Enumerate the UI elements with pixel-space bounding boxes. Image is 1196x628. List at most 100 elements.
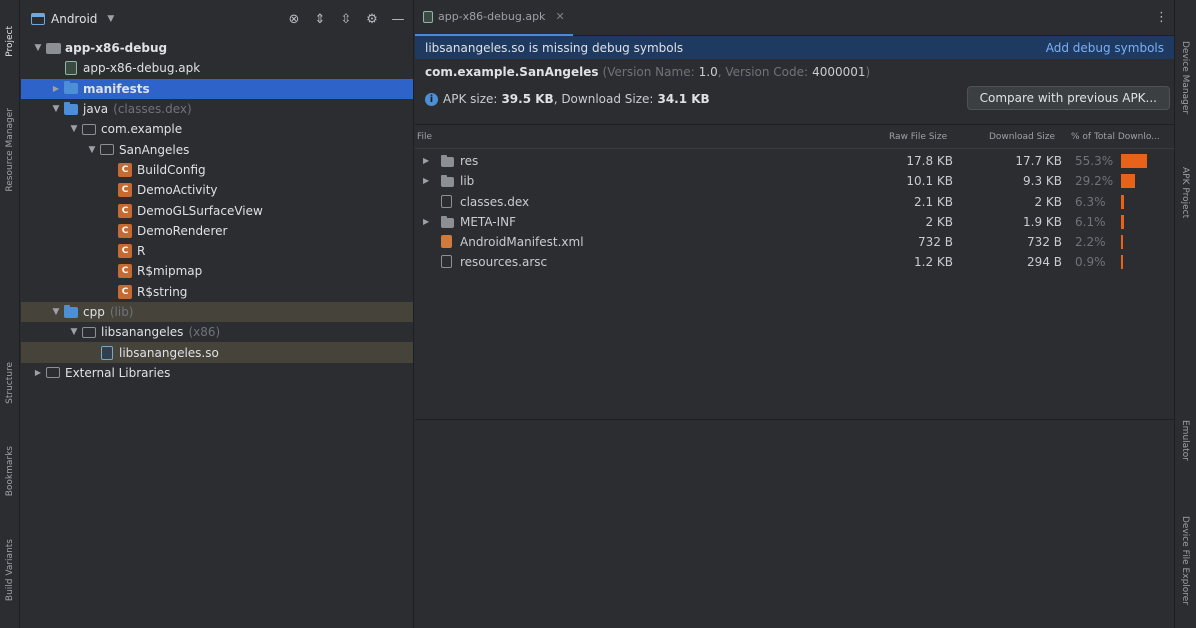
package-icon bbox=[99, 143, 115, 156]
tool-tab-emulator[interactable]: Emulator bbox=[1175, 414, 1195, 466]
expand-all-icon[interactable]: ⇕ bbox=[313, 12, 327, 27]
editor-tab-apk[interactable]: app-x86-debug.apk ✕ bbox=[415, 0, 573, 36]
project-panel: Android ▼ ⊗ ⇕ ⇳ ⚙ — ▼ app-x86-debug app-x8… bbox=[21, 0, 414, 628]
column-header-download-size[interactable]: Download Size bbox=[989, 132, 1055, 142]
apk-size-label: APK size: bbox=[443, 92, 498, 106]
add-debug-symbols-link[interactable]: Add debug symbols bbox=[1046, 41, 1164, 55]
tool-tab-structure[interactable]: Structure bbox=[0, 348, 20, 418]
chevron-down-icon[interactable]: ▼ bbox=[49, 104, 63, 114]
download-size: 1.9 KB bbox=[1023, 214, 1062, 229]
download-size-value: 34.1 KB bbox=[657, 92, 710, 106]
tree-item[interactable]: CR bbox=[21, 241, 413, 261]
column-header-file[interactable]: File bbox=[417, 132, 432, 142]
version-code: 4000001 bbox=[812, 64, 866, 79]
editor-tab-label: app-x86-debug.apk bbox=[438, 10, 546, 23]
column-header-percent[interactable]: % of Total Downlo... bbox=[1071, 132, 1171, 142]
version-name: 1.0 bbox=[698, 64, 718, 79]
table-row[interactable]: classes.dex 2.1 KB 2 KB 6.3% bbox=[415, 192, 1174, 212]
chevron-down-icon[interactable]: ▼ bbox=[107, 14, 114, 24]
class-icon: C bbox=[117, 162, 133, 177]
tree-item[interactable]: app-x86-debug.apk bbox=[21, 58, 413, 78]
class-icon: C bbox=[117, 264, 133, 279]
tree-item[interactable]: libsanangeles.so bbox=[21, 342, 413, 363]
tree-item[interactable]: ▼ libsanangeles (x86) bbox=[21, 322, 413, 342]
project-view-selector[interactable]: Android bbox=[51, 12, 97, 26]
tool-tab-bookmarks-label: Bookmarks bbox=[5, 445, 15, 497]
tree-item-detail: (lib) bbox=[109, 305, 134, 319]
tree-item[interactable]: C DemoActivity bbox=[21, 180, 413, 200]
folder-icon bbox=[441, 175, 454, 188]
resource-file-icon bbox=[441, 255, 452, 269]
project-panel-header: Android ▼ ⊗ ⇕ ⇳ ⚙ — bbox=[21, 0, 413, 38]
tree-item[interactable]: ▼ java (classes.dex) bbox=[21, 99, 413, 119]
minimize-icon[interactable]: — bbox=[391, 12, 405, 27]
chevron-right-icon[interactable]: ▶ bbox=[31, 368, 45, 377]
close-icon[interactable]: ⊗ bbox=[287, 12, 301, 27]
tool-tab-resource-manager[interactable]: Resource Manager bbox=[0, 90, 20, 210]
table-header: File Raw File Size Download Size % of To… bbox=[415, 125, 1174, 149]
percent-of-total: 2.2% bbox=[1075, 235, 1106, 250]
raw-size: 1.2 KB bbox=[914, 255, 953, 270]
download-size: 732 B bbox=[1027, 235, 1062, 250]
tool-tab-project[interactable]: Project bbox=[0, 12, 20, 70]
gear-icon[interactable]: ⚙ bbox=[365, 12, 379, 27]
banner-message: libsanangeles.so is missing debug symbol… bbox=[425, 40, 684, 55]
tool-tab-device-manager[interactable]: Device Manager bbox=[1175, 36, 1195, 120]
more-options-icon[interactable]: ⋮ bbox=[1155, 10, 1168, 25]
table-row[interactable]: ▶ res 17.8 KB 17.7 KB 55.3% bbox=[415, 151, 1174, 171]
chevron-right-icon[interactable]: ▶ bbox=[423, 217, 429, 226]
chevron-down-icon[interactable]: ▼ bbox=[49, 307, 63, 317]
package-info-line: com.example.SanAngeles (Version Name: 1.… bbox=[415, 59, 1174, 84]
details-pane bbox=[415, 421, 1174, 628]
class-icon: C bbox=[117, 223, 133, 238]
version-name-label: (Version Name: bbox=[602, 64, 695, 79]
tree-item-label: com.example bbox=[101, 122, 183, 137]
tool-tab-apk-project-label: APK Project bbox=[1180, 167, 1190, 219]
tool-tab-build-variants[interactable]: Build Variants bbox=[0, 530, 20, 610]
tree-item[interactable]: ▶ manifests bbox=[21, 78, 413, 99]
android-view-icon bbox=[31, 13, 45, 25]
tool-tab-structure-label: Structure bbox=[5, 362, 15, 404]
table-row[interactable]: ▶ lib 10.1 KB 9.3 KB 29.2% bbox=[415, 171, 1174, 191]
tree-item[interactable]: C R$mipmap bbox=[21, 261, 413, 281]
chevron-down-icon[interactable]: ▼ bbox=[67, 124, 81, 134]
tree-item-label: manifests bbox=[83, 81, 150, 96]
tree-item[interactable]: ▼ SanAngeles bbox=[21, 139, 413, 159]
libraries-icon bbox=[45, 366, 61, 379]
file-name: res bbox=[460, 154, 479, 168]
column-header-raw-size[interactable]: Raw File Size bbox=[889, 132, 947, 142]
tree-item[interactable]: C DemoGLSurfaceView bbox=[21, 200, 413, 220]
table-row[interactable]: AndroidManifest.xml 732 B 732 B 2.2% bbox=[415, 232, 1174, 252]
close-tab-icon[interactable]: ✕ bbox=[555, 10, 564, 23]
tree-item[interactable]: C DemoRenderer bbox=[21, 221, 413, 241]
table-row[interactable]: resources.arsc 1.2 KB 294 B 0.9% bbox=[415, 252, 1174, 272]
chevron-right-icon[interactable]: ▶ bbox=[423, 176, 429, 185]
compare-with-previous-apk-button[interactable]: Compare with previous APK... bbox=[966, 86, 1170, 110]
folder-icon bbox=[63, 101, 79, 116]
tree-item[interactable]: ▼ com.example bbox=[21, 119, 413, 139]
tool-tab-resource-manager-label: Resource Manager bbox=[5, 108, 15, 192]
right-tool-strip: Device Manager APK Project Emulator Devi… bbox=[1174, 0, 1196, 628]
tree-item[interactable]: ▼ cpp (lib) bbox=[21, 301, 413, 323]
tool-tab-apk-project[interactable]: APK Project bbox=[1175, 160, 1195, 226]
folder-icon bbox=[63, 304, 79, 319]
class-icon: C bbox=[117, 244, 133, 259]
tool-tab-bookmarks[interactable]: Bookmarks bbox=[0, 432, 20, 510]
version-code-label: , Version Code: bbox=[717, 64, 809, 79]
tree-item[interactable]: C BuildConfig bbox=[21, 160, 413, 180]
chevron-right-icon[interactable]: ▶ bbox=[49, 84, 63, 93]
tree-item[interactable]: ▼ app-x86-debug bbox=[21, 38, 413, 58]
tool-tab-device-file-explorer[interactable]: Device File Explorer bbox=[1175, 500, 1195, 622]
file-name: AndroidManifest.xml bbox=[460, 235, 584, 250]
chevron-right-icon[interactable]: ▶ bbox=[423, 156, 429, 165]
tree-item-label: R$string bbox=[137, 284, 188, 299]
tree-item[interactable]: C R$string bbox=[21, 282, 413, 302]
apk-file-icon bbox=[63, 61, 79, 76]
chevron-down-icon[interactable]: ▼ bbox=[85, 145, 99, 155]
chevron-down-icon[interactable]: ▼ bbox=[67, 327, 81, 337]
tree-item[interactable]: ▶ External Libraries bbox=[21, 363, 413, 383]
file-name: resources.arsc bbox=[460, 255, 548, 270]
collapse-all-icon[interactable]: ⇳ bbox=[339, 12, 353, 27]
table-row[interactable]: ▶ META-INF 2 KB 1.9 KB 6.1% bbox=[415, 212, 1174, 232]
chevron-down-icon[interactable]: ▼ bbox=[31, 43, 45, 53]
